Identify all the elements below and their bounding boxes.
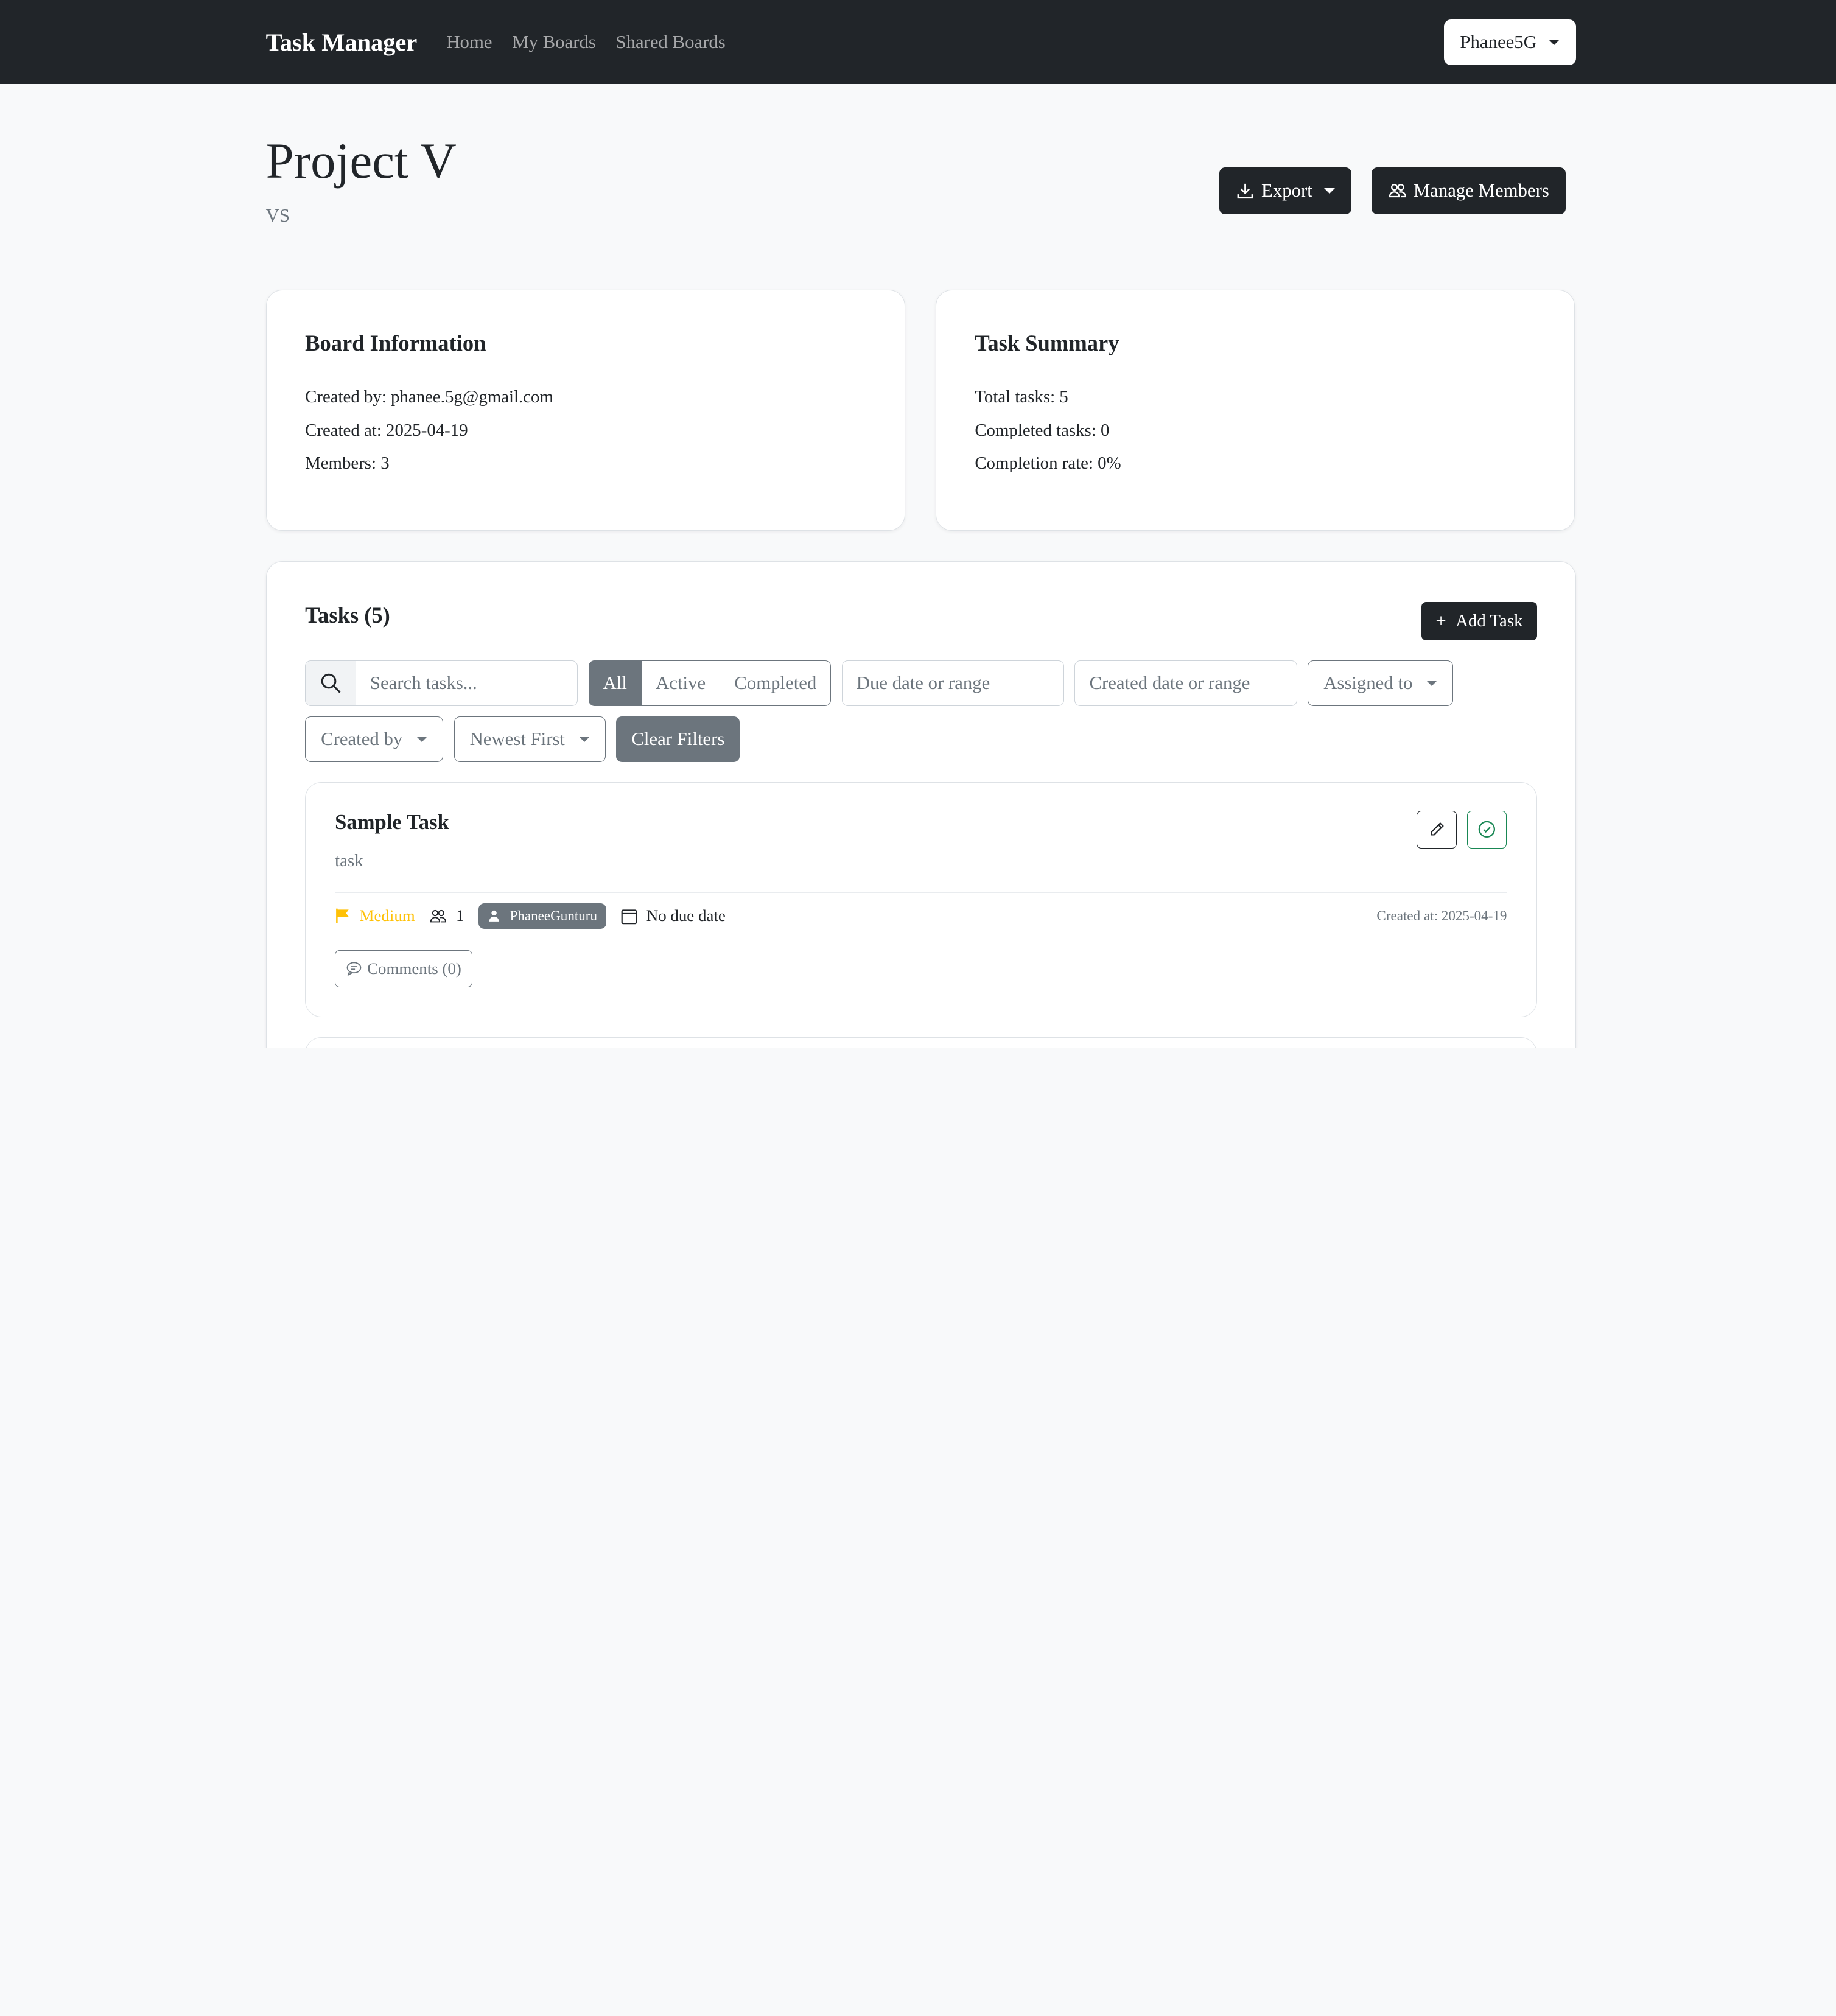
status-tab-completed[interactable]: Completed — [720, 660, 832, 706]
plus-icon: + — [1435, 610, 1446, 631]
task-divider — [335, 892, 1507, 893]
navbar: Task Manager Home My Boards Shared Board… — [0, 0, 1836, 85]
due-date-filter[interactable]: Due date or range — [841, 660, 1065, 706]
assigned-to-dropdown[interactable]: Assigned to — [1308, 660, 1454, 706]
comments-label: Comments (0) — [367, 959, 461, 978]
user-menu-button[interactable]: Phanee5G — [1443, 19, 1577, 65]
add-task-button[interactable]: + Add Task — [1421, 601, 1537, 641]
task-members: 1 — [429, 906, 464, 925]
created-date-filter[interactable]: Created date or range — [1074, 660, 1297, 706]
due-date-text: No due date — [646, 906, 726, 925]
nav-left: Task Manager Home My Boards Shared Board… — [266, 28, 746, 57]
add-task-label: Add Task — [1456, 611, 1523, 631]
page-title: Project V — [265, 133, 457, 189]
nav-link-shared-boards[interactable]: Shared Boards — [616, 32, 726, 53]
page: Task Manager Home My Boards Shared Board… — [0, 0, 1836, 1048]
nav-link-home[interactable]: Home — [446, 32, 492, 53]
task-actions — [1417, 810, 1507, 871]
board-title-block: Project V VS — [266, 133, 457, 226]
check-circle-icon — [1479, 821, 1496, 838]
people-icon — [1389, 184, 1406, 198]
members-count-text: Members: 3 — [305, 453, 390, 473]
task-name: Sample Task — [335, 810, 449, 834]
assignee-name: PhaneeGunturu — [510, 908, 598, 924]
board-description: VS — [265, 205, 290, 226]
board-information-card: Board Information Created by: phanee.5g@… — [265, 290, 905, 531]
task-item: Sample Task task Medium 1 PhaneeGunturu … — [305, 782, 1537, 1018]
edit-task-button[interactable] — [1417, 810, 1457, 849]
task-created-at: Created at: 2025-04-19 — [1376, 908, 1507, 924]
chevron-down-icon — [1426, 680, 1438, 686]
search-input[interactable] — [356, 660, 576, 705]
manage-members-button[interactable]: Manage Members — [1371, 167, 1566, 214]
chat-icon — [347, 962, 362, 976]
task-top: Sample Task task — [335, 810, 1507, 871]
search-icon — [306, 660, 356, 705]
board-information-title: Board Information — [305, 330, 866, 366]
chevron-down-icon — [1549, 39, 1560, 45]
calendar-icon — [622, 909, 637, 924]
download-icon — [1237, 183, 1253, 199]
export-label: Export — [1261, 180, 1312, 201]
created-at-text: Created at: 2025-04-19 — [305, 420, 468, 440]
status-tab-all[interactable]: All — [588, 660, 642, 706]
comments-button[interactable]: Comments (0) — [335, 950, 473, 988]
task-filters: All Active Completed Due date or range C… — [305, 660, 1546, 763]
nav-link-my-boards[interactable]: My Boards — [512, 32, 596, 53]
info-cards: Board Information Created by: phanee.5g@… — [0, 290, 1836, 531]
status-filter-group: All Active Completed — [588, 660, 832, 706]
search-group — [305, 660, 578, 706]
chevron-down-icon — [416, 737, 428, 742]
task-meta-left: Medium 1 PhaneeGunturu No due date — [335, 903, 726, 929]
member-count: 1 — [456, 906, 464, 925]
total-tasks-text: Total tasks: 5 — [975, 387, 1068, 407]
complete-task-button[interactable] — [1467, 810, 1507, 849]
due-date: No due date — [620, 906, 726, 925]
tasks-title: Tasks (5) — [305, 602, 390, 636]
assigned-to-label: Assigned to — [1323, 672, 1413, 693]
completed-tasks-text: Completed tasks: 0 — [975, 420, 1110, 440]
task-meta: Medium 1 PhaneeGunturu No due date Creat… — [335, 903, 1507, 929]
person-icon — [489, 911, 499, 922]
clear-filters-button[interactable]: Clear Filters — [616, 716, 740, 763]
tasks-header: Tasks (5) + Add Task — [305, 601, 1537, 641]
task-item — [305, 1037, 1537, 1048]
export-button[interactable]: Export — [1219, 167, 1351, 214]
completion-rate-text: Completion rate: 0% — [975, 453, 1121, 473]
people-icon — [430, 909, 446, 922]
task-summary-title: Task Summary — [975, 330, 1536, 366]
tasks-card: Tasks (5) + Add Task All Active Complete… — [265, 561, 1577, 1048]
sort-label: Newest First — [469, 729, 565, 750]
created-by-label: Created by — [321, 729, 403, 750]
assignee-badge: PhaneeGunturu — [478, 903, 607, 929]
task-description: task — [335, 850, 363, 870]
created-by-text: Created by: phanee.5g@gmail.com — [305, 387, 553, 407]
brand-link[interactable]: Task Manager — [266, 28, 418, 57]
user-name: Phanee5G — [1460, 31, 1537, 52]
created-by-dropdown[interactable]: Created by — [305, 716, 444, 763]
status-tab-active[interactable]: Active — [642, 660, 721, 706]
manage-members-label: Manage Members — [1413, 180, 1549, 201]
board-header: Project V VS Export Manage Members — [0, 84, 1836, 226]
chevron-down-icon — [1324, 188, 1335, 194]
priority-label: Medium — [359, 906, 415, 925]
header-actions: Export Manage Members — [1219, 167, 1566, 226]
task-summary-card: Task Summary Total tasks: 5 Completed ta… — [935, 290, 1575, 531]
priority-badge: Medium — [335, 906, 415, 925]
task-text: Sample Task task — [335, 811, 449, 871]
flag-icon — [336, 909, 349, 923]
sort-dropdown[interactable]: Newest First — [454, 716, 606, 763]
pencil-icon — [1430, 822, 1444, 836]
chevron-down-icon — [579, 737, 590, 742]
